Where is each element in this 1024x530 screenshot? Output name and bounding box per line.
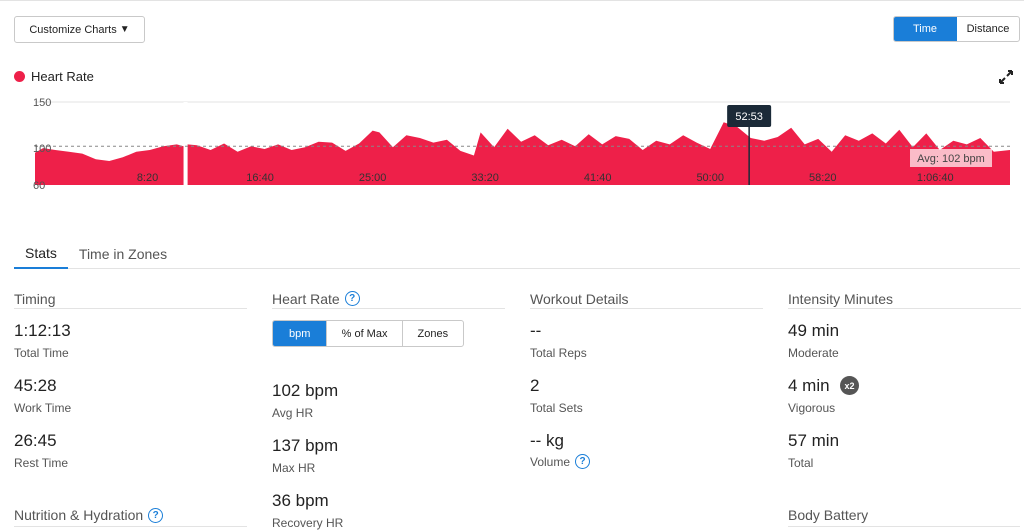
multiplier-badge: x2 [840,376,859,395]
heart-rate-dot-icon [14,71,25,82]
total-reps-value: -- [530,321,542,340]
recovery-hr-value: 36 bpm [272,491,329,510]
caret-down-icon: ▼ [119,23,130,35]
workout-details-title: Workout Details [530,290,763,309]
max-hr-label: Max HR [272,461,316,475]
time-toggle-button[interactable]: Time [894,17,957,41]
distance-toggle-button[interactable]: Distance [957,17,1019,41]
max-hr-value: 137 bpm [272,436,339,455]
x-tick-label: 41:40 [584,172,612,184]
vigorous-minutes-label: Vigorous [788,401,836,415]
body-battery-title: Body Battery [788,507,869,523]
total-time-label: Total Time [14,346,69,360]
intensity-minutes-section: Intensity Minutes [788,290,1021,309]
workout-details-section: Workout Details [530,290,763,309]
heart-rate-title: Heart Rate ? [272,290,505,309]
question-circle-icon[interactable]: ? [575,454,591,469]
total-sets-label: Total Sets [530,401,583,415]
body-battery-divider [788,526,1020,527]
bpm-mode-button[interactable]: bpm [273,321,328,346]
rest-time-value: 26:45 [14,431,57,450]
question-circle-icon[interactable]: ? [148,507,164,523]
total-sets-value: 2 [530,376,540,395]
total-minutes-label: Total [788,456,814,470]
chart-legend-label: Heart Rate [31,69,94,84]
customize-charts-button[interactable]: Customize Charts ▼ [14,16,145,43]
stats-tabs: Stats Time in Zones [14,238,1020,269]
nutrition-divider [14,526,247,527]
x-tick-label: 16:40 [246,172,274,184]
customize-charts-label: Customize Charts [29,23,117,36]
x-tick-label: 58:20 [809,172,837,184]
y-tick-label: 150 [33,97,51,109]
zones-mode-button[interactable]: Zones [403,321,463,346]
heart-rate-area [35,122,1010,185]
average-label: Avg: 102 bpm [917,153,985,165]
x-tick-label: 50:00 [696,172,724,184]
recovery-hr-label: Recovery HR [272,516,344,530]
x-tick-label: 33:20 [471,172,499,184]
axis-toggle: Time Distance [893,16,1020,42]
timing-title: Timing [14,290,247,309]
y-tick-label: 100 [33,143,51,155]
data-gap [183,102,188,185]
moderate-minutes-value: 49 min [788,321,840,340]
x-tick-label: 8:20 [137,172,158,184]
vigorous-minutes-value: 4 min [788,376,830,395]
heart-rate-mode-toggle: bpm % of Max Zones [272,320,464,347]
avg-hr-value: 102 bpm [272,381,339,400]
nutrition-hydration-title: Nutrition & Hydration ? [14,507,164,523]
rest-time-label: Rest Time [14,456,69,470]
y-tick-label: 60 [33,180,45,192]
total-time-value: 1:12:13 [14,321,71,340]
work-time-value: 45:28 [14,376,57,395]
work-time-label: Work Time [14,401,72,415]
intensity-minutes-title: Intensity Minutes [788,290,1021,309]
chart-legend: Heart Rate [14,69,94,84]
volume-value: -- kg [530,431,564,450]
tab-time-in-zones[interactable]: Time in Zones [68,238,178,269]
volume-label: Volume ? [530,454,591,469]
cursor-time-label: 52:53 [735,111,763,123]
x-tick-label: 25:00 [359,172,387,184]
timing-section: Timing [14,290,247,309]
expand-arrows-icon[interactable] [998,69,1014,85]
tab-stats[interactable]: Stats [14,238,68,269]
moderate-minutes-label: Moderate [788,346,839,360]
top-divider [0,0,1024,4]
heart-rate-chart[interactable]: 150 100 60 8:20 16:40 25:00 33:20 41:40 50:00 58… [0,95,1024,195]
x-tick-label: 1:06:40 [917,172,954,184]
total-reps-label: Total Reps [530,346,587,360]
question-circle-icon[interactable]: ? [344,291,360,306]
avg-hr-label: Avg HR [272,406,314,420]
total-minutes-value: 57 min [788,431,840,450]
heart-rate-section: Heart Rate ? [272,290,505,309]
percent-max-mode-button[interactable]: % of Max [327,321,403,346]
